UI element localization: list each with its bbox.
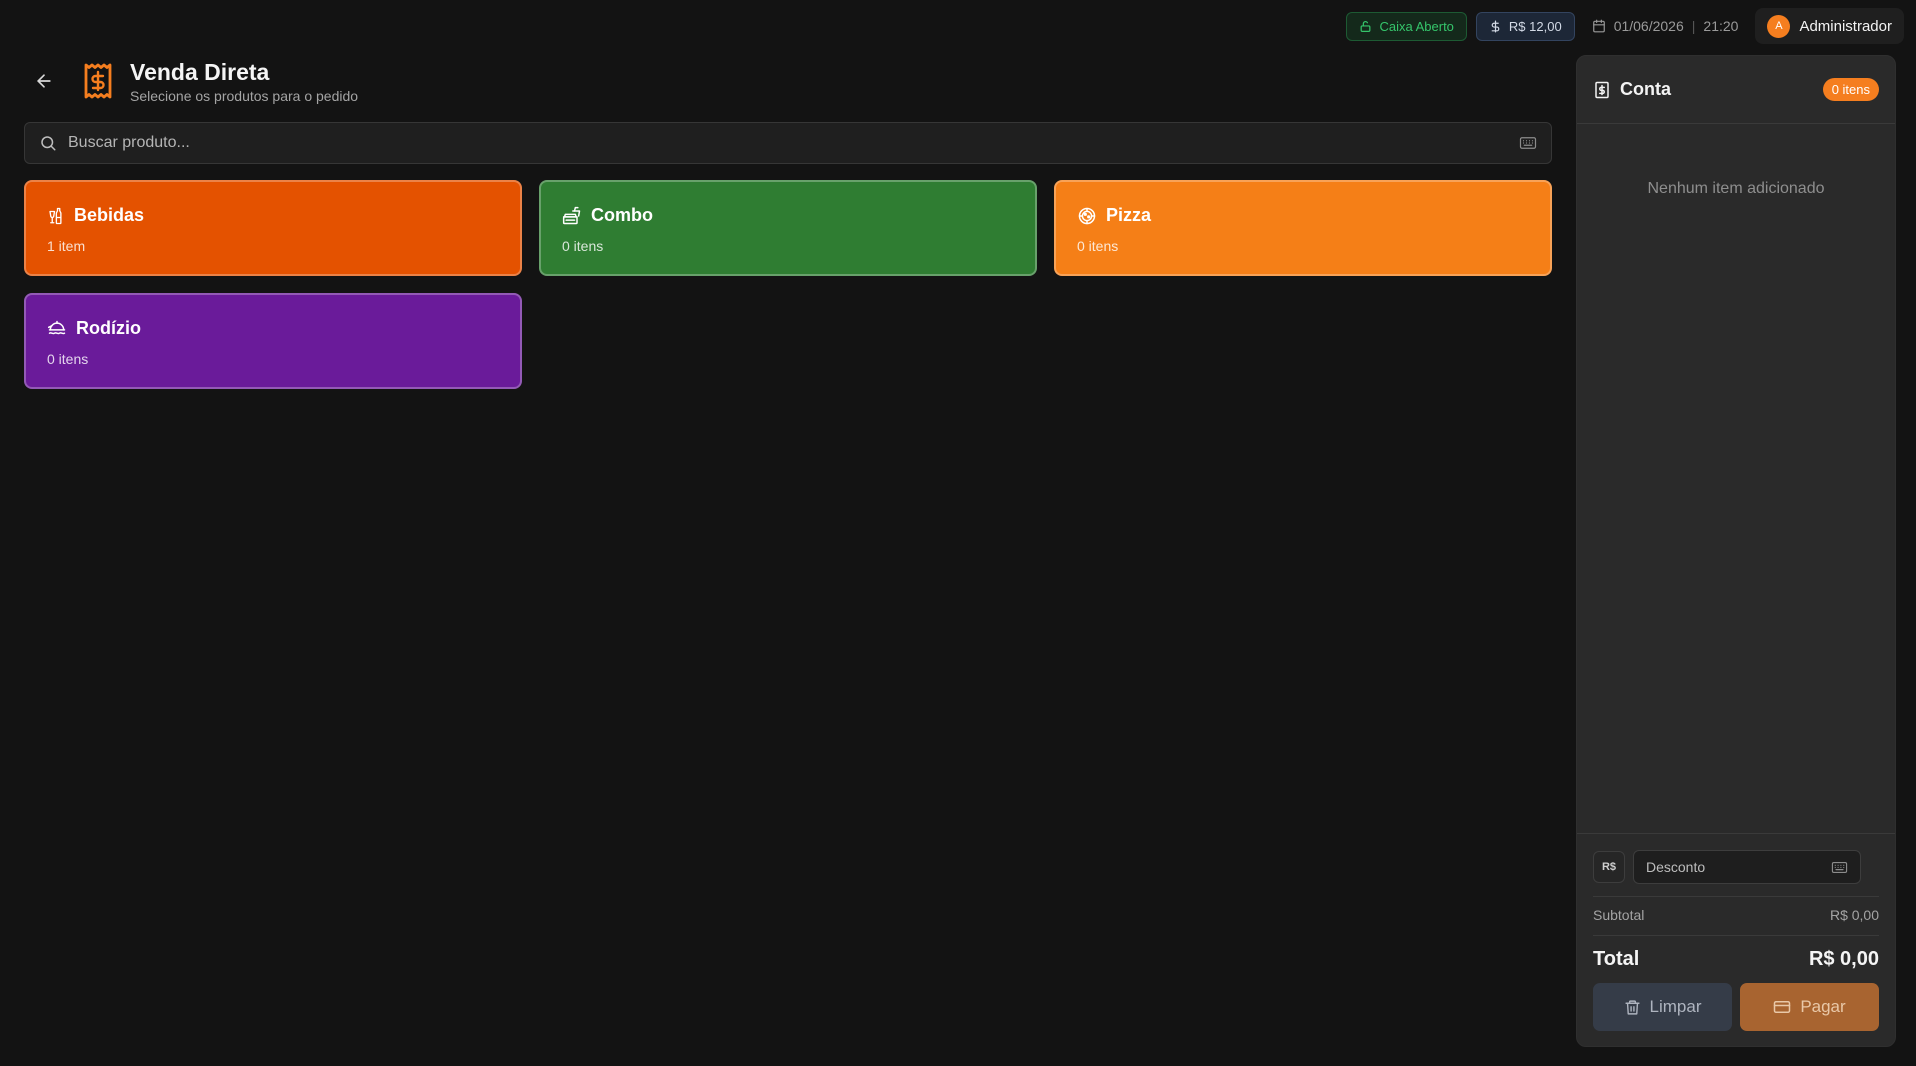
discount-row: R$ bbox=[1593, 850, 1879, 884]
subtotal-row: Subtotal R$ 0,00 bbox=[1593, 896, 1879, 935]
pay-button[interactable]: Pagar bbox=[1740, 983, 1879, 1031]
category-card-bebidas[interactable]: Bebidas 1 item bbox=[24, 180, 522, 276]
dollar-icon bbox=[1489, 19, 1502, 33]
header-text: Venda Direta Selecione os produtos para … bbox=[130, 58, 358, 104]
category-count: 0 itens bbox=[1077, 238, 1119, 254]
date-time-separator: | bbox=[1691, 18, 1696, 34]
page-subtitle: Selecione os produtos para o pedido bbox=[130, 88, 359, 104]
category-card-pizza[interactable]: Pizza 0 itens bbox=[1054, 180, 1552, 276]
receipt-dollar-icon bbox=[78, 61, 118, 101]
receipt-icon bbox=[1593, 80, 1611, 100]
category-name: Rodízio bbox=[76, 318, 141, 338]
back-button[interactable] bbox=[24, 61, 64, 101]
discount-type-toggle[interactable]: R$ bbox=[1593, 851, 1625, 883]
top-bar: Caixa Aberto R$ 12,00 01/06/2026 | 21:20… bbox=[1346, 8, 1904, 44]
discount-field[interactable] bbox=[1633, 850, 1861, 884]
search-icon bbox=[39, 134, 57, 152]
credit-card-icon bbox=[1773, 998, 1791, 1016]
clear-button[interactable]: Limpar bbox=[1593, 983, 1732, 1031]
clear-button-label: Limpar bbox=[1649, 997, 1702, 1016]
avatar: A bbox=[1767, 14, 1791, 38]
keyboard-icon[interactable] bbox=[1831, 859, 1848, 876]
order-panel-header: Conta 0 itens bbox=[1577, 56, 1895, 124]
order-panel-footer: R$ Subtotal R$ 0,00 Total R$ 0,00 Limpar bbox=[1577, 833, 1895, 1046]
category-count: 0 itens bbox=[562, 238, 604, 254]
pay-button-label: Pagar bbox=[1800, 997, 1846, 1016]
saldo-badge[interactable]: R$ 12,00 bbox=[1475, 11, 1575, 41]
pizza-icon bbox=[1077, 206, 1097, 226]
calendar-icon bbox=[1592, 19, 1606, 33]
total-row: Total R$ 0,00 bbox=[1593, 935, 1879, 981]
bottle-icon bbox=[47, 206, 65, 226]
item-count-badge: 0 itens bbox=[1822, 78, 1879, 101]
category-grid: Bebidas 1 item Combo 0 itens Pizza 0 ite… bbox=[24, 180, 1552, 389]
order-actions: Limpar Pagar bbox=[1593, 983, 1879, 1031]
discount-input[interactable] bbox=[1646, 859, 1831, 875]
time-value: 21:20 bbox=[1703, 18, 1739, 34]
total-value: R$ 0,00 bbox=[1808, 948, 1879, 970]
saldo-value: R$ 12,00 bbox=[1508, 18, 1562, 34]
category-name: Combo bbox=[591, 205, 653, 225]
order-panel: Conta 0 itens Nenhum item adicionado R$ … bbox=[1576, 55, 1896, 1047]
unlock-icon bbox=[1359, 20, 1372, 33]
empty-cart-message: Nenhum item adicionado bbox=[1647, 180, 1825, 197]
rodizio-icon bbox=[47, 319, 67, 339]
subtotal-value: R$ 0,00 bbox=[1829, 907, 1879, 923]
keyboard-icon[interactable] bbox=[1519, 134, 1537, 152]
category-name: Bebidas bbox=[74, 205, 145, 225]
user-menu[interactable]: A Administrador bbox=[1755, 8, 1904, 44]
user-name: Administrador bbox=[1799, 17, 1892, 35]
category-count: 0 itens bbox=[47, 351, 89, 367]
trash-icon bbox=[1624, 999, 1641, 1016]
total-label: Total bbox=[1593, 948, 1640, 970]
search-input[interactable] bbox=[68, 134, 1519, 152]
date-value: 01/06/2026 bbox=[1613, 18, 1684, 34]
caixa-status-label: Caixa Aberto bbox=[1379, 18, 1454, 34]
arrow-left-icon bbox=[34, 71, 54, 91]
page-title: Venda Direta bbox=[130, 59, 270, 85]
order-title: Conta bbox=[1620, 79, 1671, 99]
date-time: 01/06/2026 | 21:20 bbox=[1584, 18, 1747, 34]
product-search[interactable] bbox=[24, 122, 1552, 164]
page-header: Venda Direta Selecione os produtos para … bbox=[24, 56, 358, 106]
category-card-combo[interactable]: Combo 0 itens bbox=[539, 180, 1037, 276]
caixa-status-badge[interactable]: Caixa Aberto bbox=[1346, 11, 1467, 41]
category-name: Pizza bbox=[1106, 205, 1152, 225]
category-count: 1 item bbox=[47, 238, 86, 254]
subtotal-label: Subtotal bbox=[1593, 907, 1645, 923]
combo-icon bbox=[562, 206, 582, 226]
category-card-rodizio[interactable]: Rodízio 0 itens bbox=[24, 293, 522, 389]
